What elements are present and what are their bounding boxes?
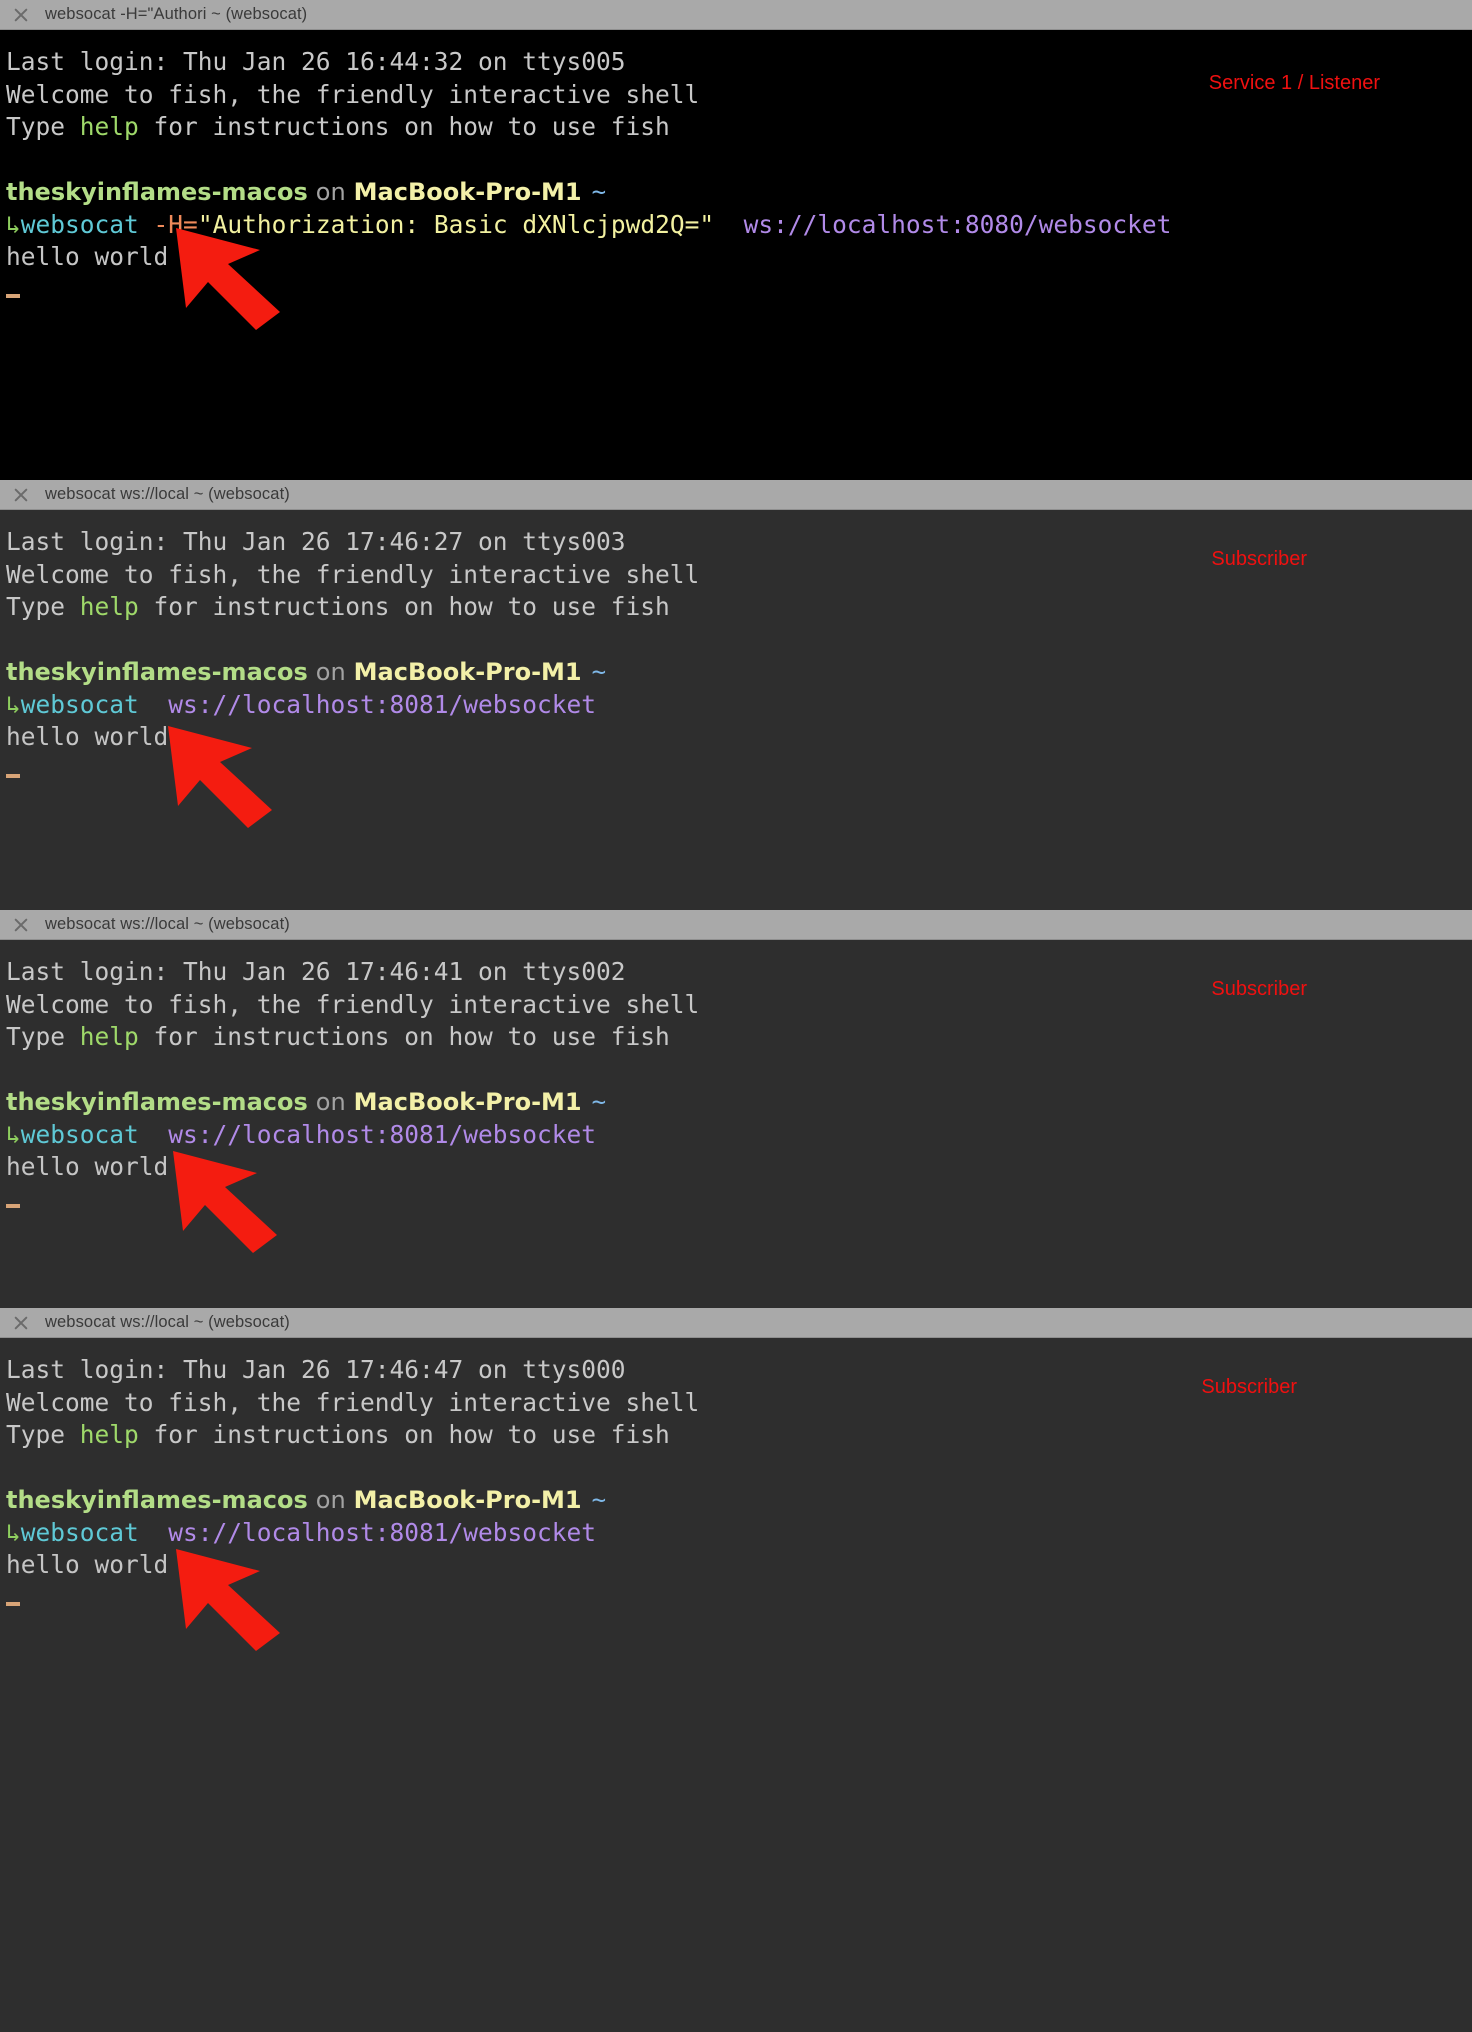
command-line: ↳websocat ws://localhost:8081/websocket	[6, 689, 1472, 722]
prompt-on-word: on	[315, 178, 346, 206]
prompt-hostname: theskyinflames-macos	[6, 658, 308, 686]
cursor-line	[6, 1582, 1472, 1615]
prompt-line: theskyinflames-macos on MacBook-Pro-M1 ~	[6, 176, 1472, 209]
annotation-label-3: Subscriber	[1211, 978, 1307, 1000]
text-cursor	[6, 293, 20, 298]
close-icon[interactable]	[12, 1314, 29, 1331]
prompt-on-word: on	[315, 1088, 346, 1116]
titlebar-4[interactable]: websocat ws://local ~ (websocat)	[0, 1308, 1472, 1338]
prompt-tilde: ~	[591, 178, 607, 206]
prompt-hostname: theskyinflames-macos	[6, 1486, 308, 1514]
command-header-value: "Authorization: Basic dXNlcjpwd2Q="	[197, 209, 715, 239]
terminal-window-4: websocat ws://local ~ (websocat) Last lo…	[0, 1308, 1472, 2032]
prompt-line: theskyinflames-macos on MacBook-Pro-M1 ~	[6, 656, 1472, 689]
annotation-label-2: Subscriber	[1211, 548, 1307, 570]
window-title: websocat ws://local ~ (websocat)	[45, 1313, 290, 1331]
command-url: ws://localhost:8080/websocket	[743, 209, 1172, 239]
output-line: hello world	[6, 242, 169, 271]
terminal-body-2[interactable]: Last login: Thu Jan 26 17:46:27 on ttys0…	[0, 510, 1472, 910]
help-hint-line: Type help for instructions on how to use…	[6, 591, 1472, 624]
text-cursor	[6, 1203, 20, 1208]
help-hint-prefix: Type	[6, 1420, 80, 1449]
terminal-window-3: websocat ws://local ~ (websocat) Last lo…	[0, 910, 1472, 1308]
prompt-arrow-icon: ↳	[6, 209, 21, 239]
help-keyword: help	[79, 1420, 139, 1449]
prompt-tilde: ~	[591, 1088, 607, 1116]
prompt-on-word: on	[315, 658, 346, 686]
help-keyword: help	[79, 112, 139, 141]
terminal-window-1: websocat -H="Authori ~ (websocat) Last l…	[0, 0, 1472, 480]
help-hint-line: Type help for instructions on how to use…	[6, 111, 1472, 144]
window-title: websocat ws://local ~ (websocat)	[45, 485, 290, 503]
command-name: websocat	[20, 209, 139, 239]
command-url: ws://localhost:8081/websocket	[168, 1119, 597, 1149]
annotation-label-4: Subscriber	[1201, 1376, 1297, 1398]
terminal-window-2: websocat ws://local ~ (websocat) Last lo…	[0, 480, 1472, 910]
help-hint-prefix: Type	[6, 1022, 80, 1051]
prompt-hostname: theskyinflames-macos	[6, 1088, 308, 1116]
prompt-tilde: ~	[591, 1486, 607, 1514]
command-url: ws://localhost:8081/websocket	[168, 1517, 597, 1547]
help-hint-suffix: for instructions on how to use fish	[138, 1022, 670, 1051]
help-keyword: help	[79, 592, 139, 621]
command-flag: -H=	[153, 209, 198, 239]
cursor-line	[6, 1184, 1472, 1217]
prompt-arrow-icon: ↳	[6, 689, 21, 719]
prompt-machine: MacBook-Pro-M1	[353, 658, 582, 686]
command-url: ws://localhost:8081/websocket	[168, 689, 597, 719]
prompt-tilde: ~	[591, 658, 607, 686]
help-hint-suffix: for instructions on how to use fish	[138, 1420, 670, 1449]
annotation-label-1: Service 1 / Listener	[1208, 72, 1380, 94]
prompt-machine: MacBook-Pro-M1	[353, 1486, 582, 1514]
terminal-body-4[interactable]: Last login: Thu Jan 26 17:46:47 on ttys0…	[0, 1338, 1472, 2032]
command-line: ↳websocat -H="Authorization: Basic dXNlc…	[6, 209, 1472, 242]
window-title: websocat ws://local ~ (websocat)	[45, 915, 290, 933]
help-hint-line: Type help for instructions on how to use…	[6, 1021, 1472, 1054]
close-icon[interactable]	[12, 486, 29, 503]
terminal-body-1[interactable]: Last login: Thu Jan 26 16:44:32 on ttys0…	[0, 30, 1472, 480]
terminal-body-3[interactable]: Last login: Thu Jan 26 17:46:41 on ttys0…	[0, 940, 1472, 1308]
prompt-on-word: on	[315, 1486, 346, 1514]
output-line: hello world	[6, 1152, 169, 1181]
help-hint-suffix: for instructions on how to use fish	[138, 112, 670, 141]
help-hint-prefix: Type	[6, 112, 80, 141]
help-hint-suffix: for instructions on how to use fish	[138, 592, 670, 621]
help-keyword: help	[79, 1022, 139, 1051]
cursor-line	[6, 274, 1472, 307]
prompt-arrow-icon: ↳	[6, 1119, 21, 1149]
command-line: ↳websocat ws://localhost:8081/websocket	[6, 1119, 1472, 1152]
window-title: websocat -H="Authori ~ (websocat)	[45, 5, 308, 23]
terminal-screen: websocat -H="Authori ~ (websocat) Last l…	[0, 0, 1472, 2032]
close-icon[interactable]	[12, 916, 29, 933]
prompt-hostname: theskyinflames-macos	[6, 178, 308, 206]
titlebar-3[interactable]: websocat ws://local ~ (websocat)	[0, 910, 1472, 940]
help-hint-prefix: Type	[6, 592, 80, 621]
prompt-line: theskyinflames-macos on MacBook-Pro-M1 ~	[6, 1484, 1472, 1517]
close-icon[interactable]	[12, 6, 29, 23]
command-line: ↳websocat ws://localhost:8081/websocket	[6, 1517, 1472, 1550]
prompt-arrow-icon: ↳	[6, 1517, 21, 1547]
text-cursor	[6, 1601, 20, 1606]
text-cursor	[6, 773, 20, 778]
prompt-machine: MacBook-Pro-M1	[353, 1088, 582, 1116]
command-name: websocat	[20, 1119, 139, 1149]
titlebar-1[interactable]: websocat -H="Authori ~ (websocat)	[0, 0, 1472, 30]
output-line: hello world	[6, 722, 169, 751]
prompt-line: theskyinflames-macos on MacBook-Pro-M1 ~	[6, 1086, 1472, 1119]
command-name: websocat	[20, 1517, 139, 1547]
output-line: hello world	[6, 1550, 169, 1579]
command-name: websocat	[20, 689, 139, 719]
prompt-machine: MacBook-Pro-M1	[353, 178, 582, 206]
cursor-line	[6, 754, 1472, 787]
help-hint-line: Type help for instructions on how to use…	[6, 1419, 1472, 1452]
titlebar-2[interactable]: websocat ws://local ~ (websocat)	[0, 480, 1472, 510]
